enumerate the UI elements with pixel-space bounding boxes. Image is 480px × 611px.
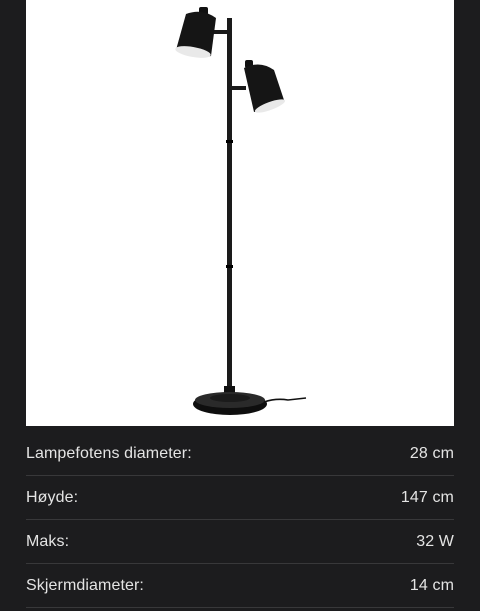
upper-lamp-shade xyxy=(175,7,216,58)
spec-value: 28 cm xyxy=(409,444,454,462)
lamp-base xyxy=(193,386,267,415)
spec-label: Maks: xyxy=(26,532,70,550)
lamp-pole xyxy=(227,18,232,394)
spec-row-base-diameter: Lampefotens diameter: 28 cm xyxy=(26,432,454,476)
spec-row-shade-diameter: Skjermdiameter: 14 cm xyxy=(26,564,454,608)
lower-arm xyxy=(230,86,246,90)
product-image[interactable] xyxy=(26,0,454,426)
specifications-list: Lampefotens diameter: 28 cm Høyde: 147 c… xyxy=(26,432,454,608)
spec-row-max-wattage: Maks: 32 W xyxy=(26,520,454,564)
lower-lamp-shade xyxy=(244,60,286,113)
power-cable xyxy=(263,397,307,403)
spec-label: Lampefotens diameter: xyxy=(26,444,192,462)
spec-value: 147 cm xyxy=(400,488,454,506)
spec-value: 14 cm xyxy=(409,576,454,594)
product-details-page: Lampefotens diameter: 28 cm Høyde: 147 c… xyxy=(0,0,480,611)
spec-row-height: Høyde: 147 cm xyxy=(26,476,454,520)
spec-value: 32 W xyxy=(416,532,454,550)
floor-lamp-illustration xyxy=(175,7,307,415)
upper-arm xyxy=(212,30,230,34)
spec-label: Skjermdiameter: xyxy=(26,576,144,594)
spec-label: Høyde: xyxy=(26,488,79,506)
